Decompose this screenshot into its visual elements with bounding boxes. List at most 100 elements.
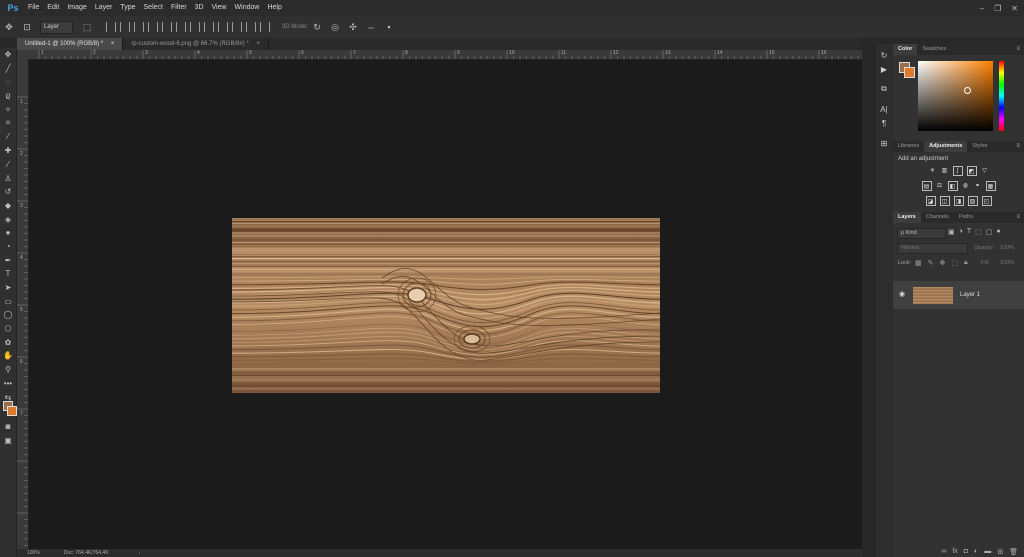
paint-bucket-tool-icon[interactable]: ◈: [0, 212, 16, 226]
align-hcenter-icon[interactable]: [162, 22, 172, 32]
color-picker-ring[interactable]: [964, 87, 971, 94]
color-saturation-field[interactable]: [918, 61, 993, 131]
layer-row[interactable]: ◉ Layer 1: [893, 281, 1024, 309]
menu-window[interactable]: Window: [231, 0, 264, 16]
magic-wand-tool-icon[interactable]: ✧: [0, 103, 16, 117]
menu-3d[interactable]: 3D: [191, 0, 208, 16]
tab-channels[interactable]: Channels: [921, 212, 954, 223]
clone-stamp-tool-icon[interactable]: ♙: [0, 171, 16, 185]
tab-adjustments[interactable]: Adjustments: [924, 141, 968, 152]
distribute-left-icon[interactable]: [232, 22, 242, 32]
3d-scale-icon[interactable]: ▪: [383, 21, 395, 33]
filter-pixel-icon[interactable]: ▣: [948, 228, 955, 236]
zoom-level[interactable]: 100%: [27, 550, 40, 556]
3d-slide-icon[interactable]: ⇔: [365, 21, 377, 33]
tab-rp-custom-wood[interactable]: rp-custom-wood-6.png @ 66.7% (RGB/8#) * …: [123, 38, 269, 50]
gradient-map-icon[interactable]: ▨: [967, 196, 978, 206]
tab-styles[interactable]: Styles: [967, 141, 992, 152]
healing-brush-tool-icon[interactable]: ✚: [0, 144, 16, 158]
new-layer-icon[interactable]: ⊞: [997, 548, 1003, 556]
delete-layer-icon[interactable]: 🗑︎: [1009, 548, 1018, 556]
crop-tool-icon[interactable]: ⌗: [0, 116, 16, 130]
artboard-tool-icon[interactable]: ╱: [0, 62, 16, 76]
marquee-tool-icon[interactable]: ◌: [0, 75, 16, 89]
screen-mode-icon[interactable]: ▣: [0, 434, 16, 448]
menu-image[interactable]: Image: [63, 0, 90, 16]
background-color-swatch[interactable]: [904, 67, 915, 78]
link-layers-icon[interactable]: ∞: [941, 548, 946, 555]
menu-help[interactable]: Help: [263, 0, 285, 16]
eyedropper-tool-icon[interactable]: ⁄: [0, 130, 16, 144]
panel-menu-icon[interactable]: ≡: [1016, 44, 1020, 55]
layer-name[interactable]: Layer 1: [960, 292, 980, 298]
tab-layers[interactable]: Layers: [893, 212, 921, 223]
exposure-icon[interactable]: ◩: [966, 166, 977, 176]
fill-value[interactable]: 100%: [1000, 260, 1014, 266]
align-left-icon[interactable]: [148, 22, 158, 32]
close-window-button[interactable]: ✕: [1011, 4, 1018, 13]
ellipse-tool-icon[interactable]: ◯: [0, 308, 16, 322]
tab-close-icon[interactable]: ×: [111, 41, 115, 47]
menu-view[interactable]: View: [208, 0, 231, 16]
panel-menu-icon[interactable]: ≡: [1016, 141, 1020, 152]
lock-artboard-icon[interactable]: ⬚: [951, 259, 958, 267]
distribute-bottom-icon[interactable]: [218, 22, 228, 32]
levels-icon[interactable]: ▥: [941, 166, 949, 174]
3d-pan-icon[interactable]: ✣: [347, 21, 359, 33]
add-mask-icon[interactable]: ◘: [964, 548, 968, 555]
selective-color-icon[interactable]: ◰: [981, 196, 992, 206]
history-brush-tool-icon[interactable]: ↺: [0, 185, 16, 199]
distribute-top-icon[interactable]: [190, 22, 200, 32]
blend-mode-dropdown[interactable]: Normal: [897, 243, 968, 254]
move-tool-preset-icon[interactable]: ✥: [3, 21, 15, 33]
filter-toggle-icon[interactable]: ●: [996, 228, 1000, 236]
new-group-icon[interactable]: ▬: [984, 548, 991, 555]
minimize-button[interactable]: –: [980, 4, 984, 13]
tab-close-icon[interactable]: ×: [256, 41, 260, 47]
brush-presets-icon[interactable]: ⊞: [875, 136, 893, 150]
lock-all-icon[interactable]: 🔒︎: [964, 259, 968, 267]
lock-transparent-icon[interactable]: ▦: [915, 259, 922, 267]
tab-untitled-1[interactable]: Untitled-1 @ 100% (RGB/8) * ×: [17, 38, 124, 50]
layer-style-fx-icon[interactable]: fx: [952, 548, 957, 555]
ruler-corner[interactable]: [17, 50, 29, 59]
transform-controls-icon[interactable]: ⬚: [81, 21, 93, 33]
type-tool-icon[interactable]: T: [0, 267, 16, 281]
vibrance-icon[interactable]: ▽: [981, 166, 989, 174]
align-top-icon[interactable]: [106, 22, 116, 32]
photo-filter-icon[interactable]: ◍: [962, 181, 970, 189]
dodge-tool-icon[interactable]: ◔: [0, 240, 16, 254]
distribute-right-icon[interactable]: [260, 22, 270, 32]
pen-tool-icon[interactable]: ✒: [0, 253, 16, 267]
actions-panel-icon[interactable]: ▶: [875, 62, 893, 76]
menu-edit[interactable]: Edit: [43, 0, 63, 16]
align-right-icon[interactable]: [176, 22, 186, 32]
menu-file[interactable]: File: [24, 0, 43, 16]
menu-layer[interactable]: Layer: [91, 0, 117, 16]
move-tool-icon[interactable]: ✥: [0, 48, 16, 62]
tab-swatches[interactable]: Swatches: [917, 44, 951, 55]
filter-type-icon[interactable]: T: [967, 228, 971, 236]
brightness-contrast-icon[interactable]: ☀: [929, 166, 937, 174]
3d-roll-icon[interactable]: ◎: [329, 21, 341, 33]
restore-button[interactable]: ❐: [994, 4, 1001, 13]
panel-menu-icon[interactable]: ≡: [1016, 212, 1020, 223]
distribute-hcenter-icon[interactable]: [246, 22, 256, 32]
tab-libraries[interactable]: Libraries: [893, 141, 924, 152]
lock-pixels-icon[interactable]: ✎: [928, 259, 934, 267]
layer-filter-kind-dropdown[interactable]: ρ Kind: [897, 228, 946, 239]
properties-panel-icon[interactable]: ⧉: [875, 82, 893, 96]
hue-slider[interactable]: [999, 61, 1004, 131]
character-panel-icon[interactable]: A|: [875, 102, 893, 116]
new-adjustment-layer-icon[interactable]: ◐: [974, 548, 978, 555]
menu-select[interactable]: Select: [140, 0, 167, 16]
eye-visibility-icon[interactable]: ◉: [899, 290, 905, 298]
horizontal-ruler[interactable]: 1 2 3 4 5 6 7 8 9 10 11 12 13 14 15 16: [29, 50, 862, 60]
status-menu-arrow-icon[interactable]: ›: [139, 550, 141, 556]
zoom-tool-icon[interactable]: ⚲: [0, 363, 16, 377]
quick-mask-icon[interactable]: ◙: [0, 420, 16, 434]
hand-tool-icon[interactable]: ✋: [0, 349, 16, 363]
lasso-tool-icon[interactable]: ϱ: [0, 89, 16, 103]
more-tools-icon[interactable]: •••: [0, 377, 16, 391]
auto-select-dropdown[interactable]: Layer: [40, 20, 73, 34]
